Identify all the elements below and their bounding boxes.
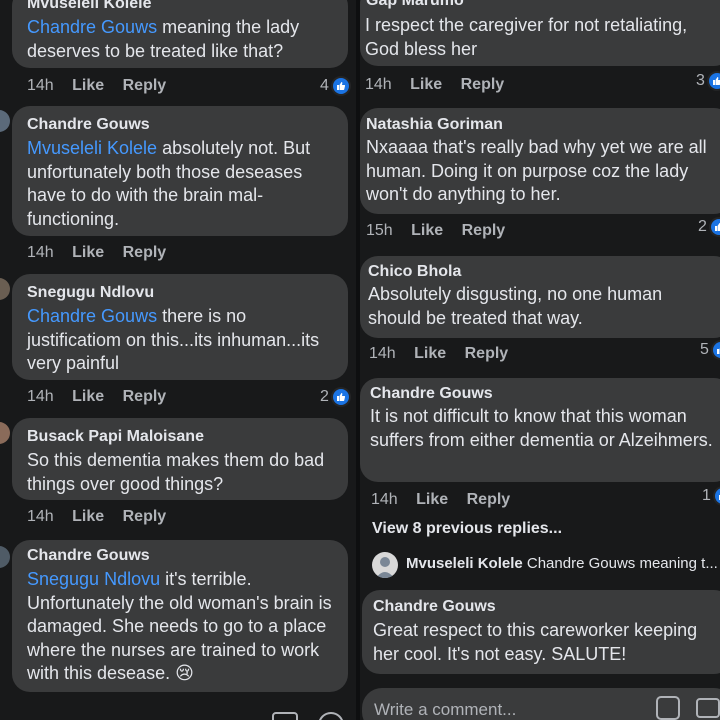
- reply-button[interactable]: Reply: [123, 77, 167, 95]
- comment-time[interactable]: 14h: [27, 388, 54, 406]
- like-button[interactable]: Like: [411, 222, 443, 240]
- reaction-count[interactable]: 2: [698, 218, 720, 236]
- comment-time[interactable]: 14h: [369, 345, 396, 363]
- thumbs-up-icon: [710, 219, 720, 235]
- reaction-count[interactable]: 4: [320, 77, 349, 95]
- comment-author[interactable]: Chandre Gouws: [370, 385, 493, 403]
- thumbs-up-icon: [332, 78, 349, 94]
- reply-button[interactable]: Reply: [467, 491, 511, 509]
- comment-actions: 14h Like Reply: [27, 77, 166, 95]
- comment-time[interactable]: 14h: [365, 76, 392, 94]
- comment-time[interactable]: 14h: [371, 491, 398, 509]
- like-button[interactable]: Like: [72, 508, 104, 526]
- right-screenshot-panel: Gap Marumo I respect the caregiver for n…: [360, 0, 720, 720]
- mention-link[interactable]: Snegugu Ndlovu: [27, 569, 160, 589]
- comment-author[interactable]: Natashia Goriman: [366, 116, 503, 134]
- reply-button[interactable]: Reply: [461, 76, 505, 94]
- reply-button[interactable]: Reply: [123, 244, 167, 262]
- mention-link[interactable]: Chandre Gouws: [27, 306, 157, 326]
- comment-text: It is not difficult to know that this wo…: [370, 406, 713, 450]
- reply-button[interactable]: Reply: [465, 345, 509, 363]
- comment-time[interactable]: 15h: [366, 222, 393, 240]
- mention-link[interactable]: Mvuseleli Kolele: [27, 138, 157, 158]
- avatar[interactable]: [0, 546, 10, 568]
- thumbs-up-icon: [714, 488, 720, 504]
- comment-text: Nxaaaa that's really bad why yet we are …: [366, 137, 707, 204]
- reply-button[interactable]: Reply: [123, 388, 167, 406]
- camera-icon[interactable]: [696, 698, 720, 718]
- reply-button[interactable]: Reply: [462, 222, 506, 240]
- avatar[interactable]: [0, 110, 10, 132]
- comment-author[interactable]: Chandre Gouws: [27, 116, 150, 134]
- comment-author[interactable]: Chandre Gouws: [373, 598, 496, 616]
- comment-author[interactable]: Snegugu Ndlovu: [27, 284, 154, 302]
- comment-time[interactable]: 14h: [27, 244, 54, 262]
- thumbs-up-icon: [332, 389, 349, 405]
- comment-author[interactable]: Mvuseleli Kolele: [27, 0, 152, 13]
- mention-link[interactable]: Chandre Gouws: [27, 17, 157, 37]
- comment-actions: 14h Like Reply: [27, 508, 166, 526]
- comment-author[interactable]: Chico Bhola: [368, 263, 461, 281]
- reply-preview[interactable]: Mvuseleli Kolele Chandre Gouws meaning t…: [406, 555, 718, 572]
- comment-text: Chandre Gouws there is no justificatiom …: [27, 306, 320, 373]
- comment-text: I respect the caregiver for not retaliat…: [365, 15, 688, 59]
- comment-author[interactable]: Busack Papi Maloisane: [27, 428, 204, 446]
- comment-text: Snegugu Ndlovu it's terrible. Unfortunat…: [27, 569, 332, 683]
- comment-input-placeholder: Write a comment...: [374, 700, 517, 719]
- like-button[interactable]: Like: [72, 388, 104, 406]
- like-button[interactable]: Like: [72, 77, 104, 95]
- comment-text: Mvuseleli Kolele absolutely not. But unf…: [27, 138, 311, 229]
- comment-author[interactable]: Gap Marumo: [366, 0, 464, 10]
- thumbs-up-icon: [712, 342, 720, 358]
- like-button[interactable]: Like: [72, 244, 104, 262]
- left-screenshot-panel: Mvuseleli Kolele Chandre Gouws meaning t…: [0, 0, 356, 720]
- comment-text: Great respect to this careworker keeping…: [373, 620, 698, 664]
- comment-actions: 14h Like Reply: [27, 388, 166, 406]
- comment-author[interactable]: Chandre Gouws: [27, 547, 150, 565]
- avatar[interactable]: [372, 552, 398, 578]
- sticker-icon[interactable]: [656, 696, 680, 720]
- comment-text: Absolutely disgusting, no one human shou…: [368, 284, 663, 328]
- comment-actions: 14h Like Reply: [365, 76, 504, 94]
- comment-time[interactable]: 14h: [27, 77, 54, 95]
- comment-actions: 15h Like Reply: [366, 222, 505, 240]
- reaction-count[interactable]: 2: [320, 388, 349, 406]
- reaction-count[interactable]: 1: [702, 487, 720, 505]
- comment-time[interactable]: 14h: [27, 508, 54, 526]
- like-button[interactable]: Like: [416, 491, 448, 509]
- avatar[interactable]: [0, 278, 10, 300]
- emoji-icon[interactable]: [318, 712, 344, 720]
- person-icon: [376, 557, 394, 578]
- reaction-count[interactable]: 5: [700, 341, 720, 359]
- like-button[interactable]: Like: [414, 345, 446, 363]
- thumbs-up-icon: [708, 73, 720, 89]
- camera-icon[interactable]: [272, 712, 298, 720]
- like-button[interactable]: Like: [410, 76, 442, 94]
- comment-actions: 14h Like Reply: [27, 244, 166, 262]
- reply-button[interactable]: Reply: [123, 508, 167, 526]
- comment-actions: 14h Like Reply: [371, 491, 510, 509]
- comment-text: Chandre Gouws meaning the lady deserves …: [27, 17, 300, 61]
- comment-text: So this dementia makes them do bad thing…: [27, 450, 325, 494]
- comment-actions: 14h Like Reply: [369, 345, 508, 363]
- view-previous-replies-link[interactable]: View 8 previous replies...: [372, 520, 562, 538]
- reaction-count[interactable]: 3: [696, 72, 720, 90]
- avatar[interactable]: [0, 422, 10, 444]
